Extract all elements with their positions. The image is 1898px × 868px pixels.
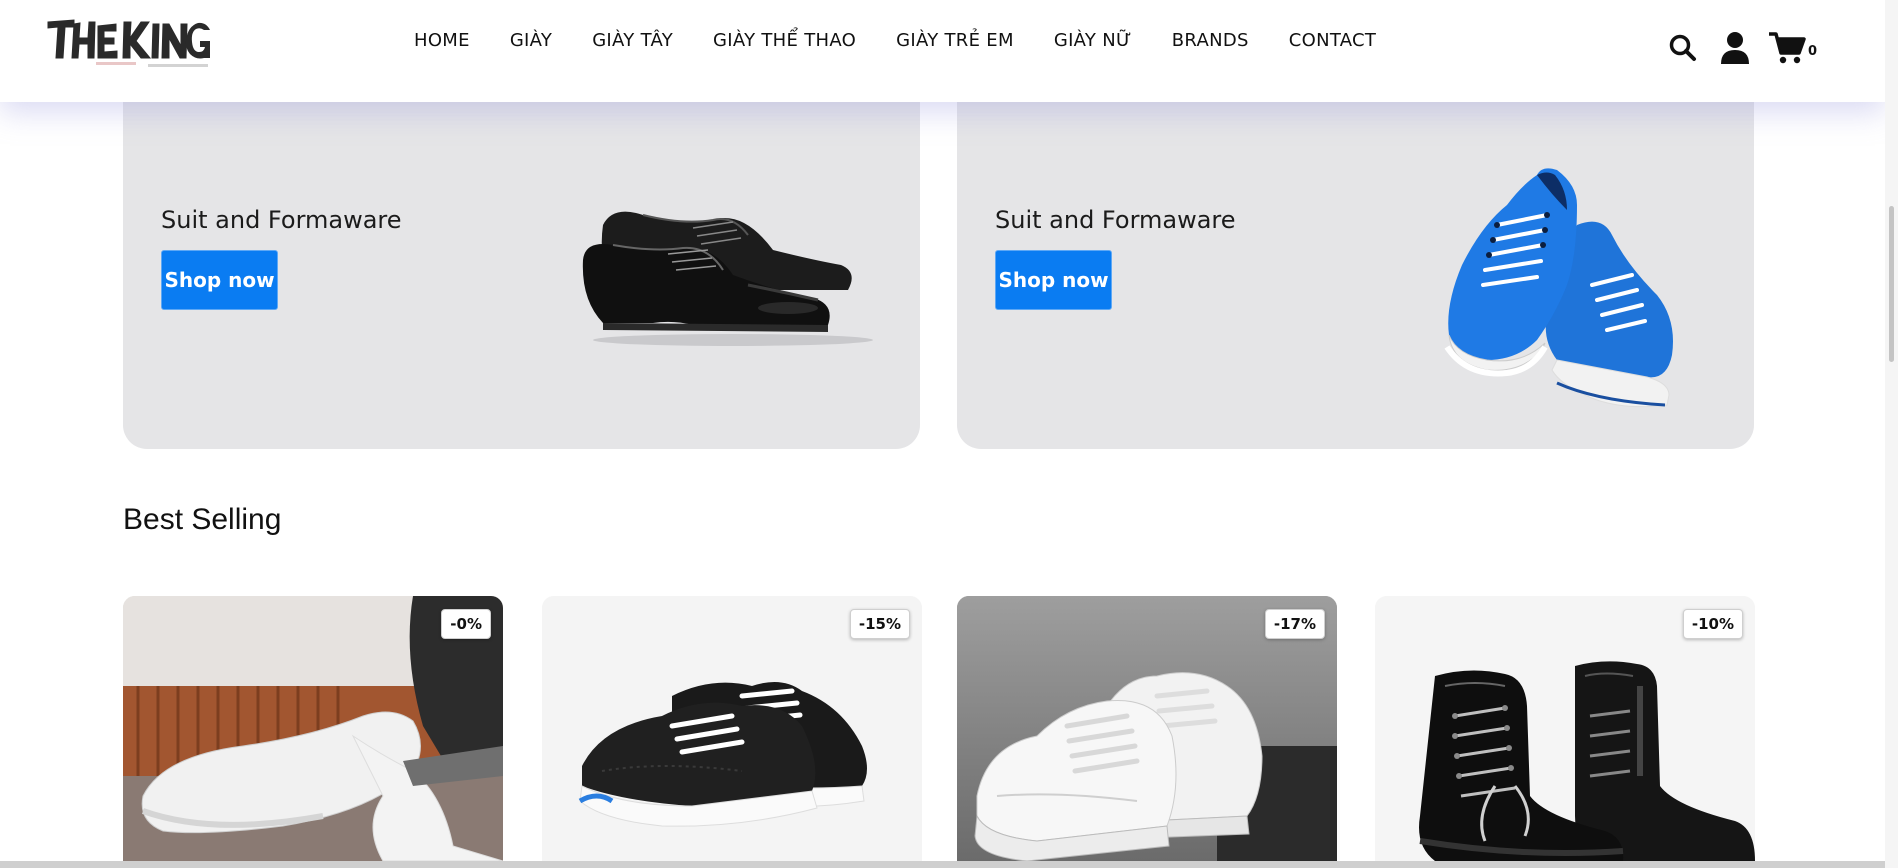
scrollbar-thumb[interactable] [1889, 206, 1894, 362]
shop-now-button[interactable]: Shop now [995, 250, 1112, 310]
user-icon[interactable] [1720, 31, 1750, 70]
nav-giay-nu[interactable]: GIÀY NỮ [1054, 30, 1132, 51]
site-header: HOME GIÀY GIÀY TÂY GIÀY THỂ THAO GIÀY TR… [0, 0, 1885, 102]
nav-contact[interactable]: CONTACT [1289, 30, 1376, 51]
discount-badge: -15% [849, 609, 910, 639]
cart-icon[interactable] [1768, 31, 1806, 70]
promo-banner-formal: Suit and Formaware Shop now [123, 60, 920, 449]
cart-count-badge: 0 [1808, 43, 1818, 59]
banner-title: Suit and Formaware [161, 206, 402, 234]
logo[interactable] [44, 14, 212, 72]
nav-giay-tre-em[interactable]: GIÀY TRẺ EM [896, 30, 1014, 51]
blue-sneakers-image [1444, 168, 1673, 408]
shop-now-button[interactable]: Shop now [161, 250, 278, 310]
nav-giay-tay[interactable]: GIÀY TÂY [592, 30, 673, 51]
promo-banner-sneakers: Suit and Formaware Shop now [957, 60, 1754, 449]
nav-giay[interactable]: GIÀY [510, 30, 552, 51]
main-nav: HOME GIÀY GIÀY TÂY GIÀY THỂ THAO GIÀY TR… [414, 30, 1376, 51]
nav-brands[interactable]: BRANDS [1172, 30, 1249, 51]
product-card[interactable]: -0% [123, 596, 503, 861]
discount-badge: -0% [441, 609, 491, 639]
vertical-scrollbar[interactable] [1885, 0, 1898, 868]
horizontal-scrollbar[interactable] [0, 861, 1885, 868]
search-icon[interactable] [1668, 33, 1698, 68]
product-card[interactable]: -10% [1375, 596, 1755, 861]
discount-badge: -17% [1264, 609, 1325, 639]
nav-giay-the-thao[interactable]: GIÀY THỂ THAO [713, 30, 856, 51]
product-card[interactable]: -15% [542, 596, 922, 861]
section-title-best-selling: Best Selling [123, 503, 282, 536]
nav-home[interactable]: HOME [414, 30, 470, 51]
black-dress-shoe-image [582, 211, 873, 346]
header-icons: 0 [1668, 30, 1817, 70]
banner-title: Suit and Formaware [995, 206, 1236, 234]
product-card[interactable]: -17% [957, 596, 1337, 861]
discount-badge: -10% [1682, 609, 1743, 639]
